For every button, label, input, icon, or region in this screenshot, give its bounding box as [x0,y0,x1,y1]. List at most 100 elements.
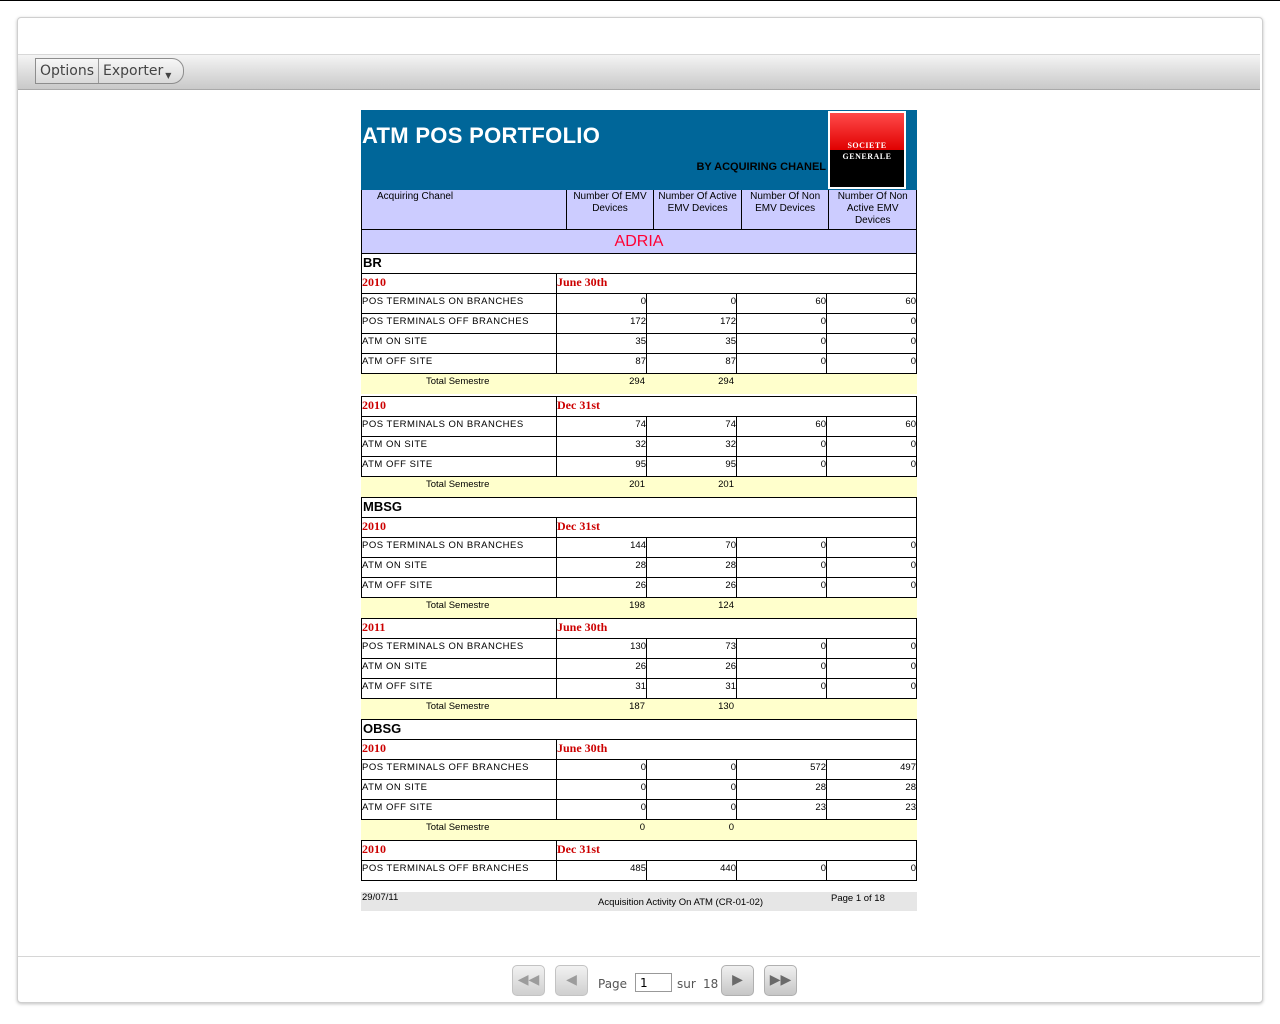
period-row: 2010 Dec 31st [361,396,917,417]
toolbar-button-group: Options Exporter ▼ [35,58,185,84]
row-label: ATM ON SITE [362,558,557,577]
table-row: POS TERMINALS OFF BRANCHES 0 0 572 497 [361,760,917,780]
cell: 0 [910,336,916,347]
total-cell: 124 [718,600,734,611]
exporter-label: Exporter [103,63,164,79]
period-year: 2011 [362,619,557,638]
report-title: ATM POS PORTFOLIO [362,123,601,148]
cell: 26 [647,578,737,597]
cell: 0 [557,780,647,799]
pager-divider [18,956,1260,957]
first-page-button[interactable]: ◀◀ [512,965,545,996]
period-row: 2010 June 30th [361,274,917,294]
table-row: ATM ON SITE 0 0 28 28 [361,780,917,800]
row-label: ATM OFF SITE [362,800,557,819]
options-button[interactable]: Options [36,59,98,83]
period-year: 2010 [362,841,557,860]
total-cell: 294 [629,376,645,387]
period-date: Dec 31st [557,842,600,856]
total-cell: 201 [629,479,645,490]
group-title: MBSG [361,497,917,518]
row-label: POS TERMINALS OFF BRANCHES [362,314,557,333]
col-acquiring-chanel: Acquiring Chanel [377,191,454,202]
table-row: ATM ON SITE 26 26 0 0 [361,659,917,679]
period-row: 2010 Dec 31st [361,840,917,861]
period-row: 2010 Dec 31st [361,518,917,538]
total-label: Total Semestre [426,701,490,712]
cell: 0 [737,558,827,577]
cell: 0 [910,439,916,450]
cell: 572 [737,760,827,779]
cell: 23 [737,800,827,819]
cell: 0 [910,560,916,571]
cell: 74 [557,417,647,436]
table-row: POS TERMINALS ON BRANCHES 144 70 0 0 [361,538,917,558]
cell: 0 [737,437,827,456]
table-row: ATM OFF SITE 0 0 23 23 [361,800,917,820]
total-cell: 198 [629,600,645,611]
total-row: Total Semestre 201 201 [361,477,917,497]
period-year: 2010 [362,518,557,537]
column-headers: Acquiring Chanel Number Of EMV Devices N… [361,190,917,230]
cell: 31 [557,679,647,698]
row-label: ATM ON SITE [362,334,557,353]
cell: 70 [647,538,737,557]
total-pages: 18 [703,977,719,991]
cell: 28 [737,780,827,799]
report-page: ATM POS PORTFOLIO BY ACQUIRING CHANEL SO… [361,110,917,881]
cell: 0 [910,863,916,874]
table-row: ATM OFF SITE 95 95 0 0 [361,457,917,477]
table-row: POS TERMINALS OFF BRANCHES 485 440 0 0 [361,861,917,881]
period-date: Dec 31st [557,398,600,412]
cell: 0 [557,294,647,313]
cell: 73 [647,639,737,658]
period-row: 2011 June 30th [361,618,917,639]
group-title: OBSG [361,719,917,740]
cell: 28 [905,782,916,793]
row-label: POS TERMINALS ON BRANCHES [362,538,557,557]
table-row: ATM OFF SITE 31 31 0 0 [361,679,917,699]
footer-title: Acquisition Activity On ATM (CR-01-02) [598,897,764,908]
total-cell: 187 [629,701,645,712]
cell: 35 [557,334,647,353]
cell: 0 [910,580,916,591]
total-row: Total Semestre 198 124 [361,598,917,618]
exporter-button[interactable]: Exporter ▼ [98,59,183,83]
cell: 0 [737,639,827,658]
cell: 0 [910,459,916,470]
row-label: POS TERMINALS ON BRANCHES [362,417,557,436]
cell: 485 [557,861,647,880]
cell: 0 [910,540,916,551]
societe-generale-logo: SOCIETE GENERALE [828,111,906,189]
last-page-button[interactable]: ▶▶ [764,965,797,996]
prev-page-button[interactable]: ◀ [555,965,588,996]
period-date: June 30th [557,620,608,634]
report-footer: 29/07/11 Acquisition Activity On ATM (CR… [361,892,917,911]
logo-line-1: SOCIETE [847,141,887,150]
row-label: POS TERMINALS ON BRANCHES [362,639,557,658]
cell: 60 [905,296,916,307]
total-label: Total Semestre [426,479,490,490]
cell: 0 [737,314,827,333]
col-active-emv-devices: Number Of Active EMV Devices [653,190,741,229]
cell: 26 [557,659,647,678]
table-row: ATM ON SITE 32 32 0 0 [361,437,917,457]
cell: 31 [647,679,737,698]
cell: 0 [557,800,647,819]
total-cell: 294 [718,376,734,387]
page-number-input[interactable] [635,973,672,992]
total-cell: 0 [639,822,645,833]
row-label: POS TERMINALS ON BRANCHES [362,294,557,313]
cell: 32 [647,437,737,456]
row-label: ATM OFF SITE [362,578,557,597]
row-label: ATM ON SITE [362,437,557,456]
period-year: 2010 [362,397,557,416]
cell: 172 [647,314,737,333]
cell: 0 [737,334,827,353]
col-emv-devices: Number Of EMV Devices [565,190,654,229]
cell: 0 [647,760,737,779]
region-label: ADRIA [361,230,917,254]
cell: 172 [557,314,647,333]
next-page-button[interactable]: ▶ [721,965,754,996]
top-border [0,0,1280,1]
